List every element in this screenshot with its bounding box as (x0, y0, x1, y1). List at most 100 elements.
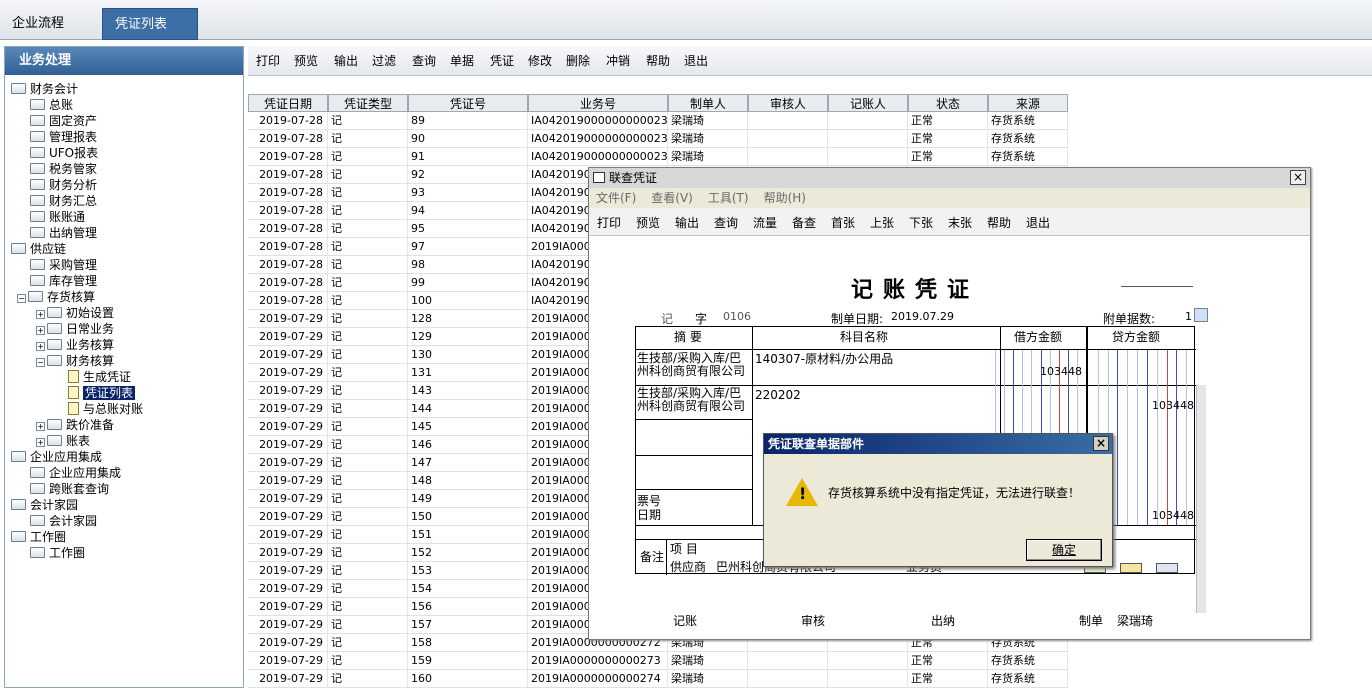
sidebar-item[interactable]: 出纳管理 (30, 225, 97, 241)
voucher-toolbar-button[interactable]: 预览 (636, 214, 660, 231)
table-row[interactable]: 2019-07-29 记 160 2019IA0000000000274 梁瑞琦 正常 存货… (248, 670, 1068, 688)
expand-icon[interactable]: + (36, 438, 45, 447)
toolbar-button[interactable]: 打印 (256, 53, 280, 69)
sidebar-item[interactable]: − 存货核算 (17, 289, 95, 305)
sidebar-item[interactable]: 工作圈 (11, 529, 66, 545)
column-header[interactable]: 制单人 (668, 94, 748, 112)
tab-enterprise-flow[interactable]: 企业流程 (0, 8, 100, 40)
voucher-date[interactable]: 2019.07.29 (891, 310, 954, 323)
expand-icon[interactable]: + (36, 342, 45, 351)
menu-item[interactable]: 查看(V) (651, 188, 693, 208)
table-cell: 记 (328, 472, 408, 489)
table-row[interactable]: 2019-07-28 记 91 IA0420190000000000236 梁瑞琦 正常存… (248, 148, 1068, 166)
table-row[interactable]: 2019-07-28 记 89 IA0420190000000000234 梁瑞琦 正常存… (248, 112, 1068, 130)
link-icon[interactable] (1156, 563, 1178, 573)
digit-column-line (1117, 350, 1119, 525)
toolbar-button[interactable]: 修改 (528, 53, 552, 69)
toolbar-button[interactable]: 删除 (566, 53, 590, 69)
column-header[interactable]: 状态 (908, 94, 988, 112)
voucher-toolbar-button[interactable]: 帮助 (987, 214, 1011, 231)
sidebar-item[interactable]: 供应链 (11, 241, 66, 257)
voucher-toolbar-button[interactable]: 查询 (714, 214, 738, 231)
toolbar-button[interactable]: 单据 (450, 53, 474, 69)
toolbar-button[interactable]: 查询 (412, 53, 436, 69)
sidebar-item[interactable]: + 业务核算 (36, 337, 114, 353)
sidebar-item[interactable]: 企业应用集成 (11, 449, 102, 465)
voucher-toolbar-button[interactable]: 下张 (909, 214, 933, 231)
column-header[interactable]: 业务号 (528, 94, 668, 112)
voucher-number[interactable]: 0106 (723, 310, 751, 323)
expand-icon[interactable]: + (36, 422, 45, 431)
toolbar-button[interactable]: 预览 (294, 53, 318, 69)
sidebar-item[interactable]: + 初始设置 (36, 305, 114, 321)
menu-item[interactable]: 文件(F) (596, 188, 636, 208)
toolbar-button[interactable]: 帮助 (646, 53, 670, 69)
expand-icon[interactable]: + (36, 310, 45, 319)
voucher-toolbar-button[interactable]: 流量 (753, 214, 777, 231)
voucher-toolbar-button[interactable]: 首张 (831, 214, 855, 231)
sidebar-item[interactable]: 生成凭证 (68, 369, 131, 385)
voucher-toolbar-button[interactable]: 末张 (948, 214, 972, 231)
sidebar-item[interactable]: 跨账套查询 (30, 481, 109, 497)
toolbar-button[interactable]: 凭证 (490, 53, 514, 69)
sidebar-item[interactable]: UFO报表 (30, 145, 98, 161)
sidebar-item[interactable]: 固定资产 (30, 113, 97, 129)
sidebar-item[interactable]: + 账表 (36, 433, 90, 449)
column-header[interactable]: 来源 (988, 94, 1068, 112)
expand-icon[interactable]: + (36, 326, 45, 335)
entry-debit[interactable]: 103448 (1040, 365, 1082, 378)
sidebar-item[interactable]: 财务汇总 (30, 193, 97, 209)
sidebar-item[interactable]: 工作圈 (30, 545, 85, 561)
attach-count[interactable]: 1 (1185, 310, 1192, 323)
entry-summary[interactable]: 生技部/采购入库/巴州科创商贸有限公司 (637, 352, 751, 378)
voucher-toolbar-button[interactable]: 输出 (675, 214, 699, 231)
sidebar-item[interactable]: 会计家园 (30, 513, 97, 529)
table-row[interactable]: 2019-07-29 记 159 2019IA0000000000273 梁瑞琦 正常 存货… (248, 652, 1068, 670)
entry-summary[interactable]: 生技部/采购入库/巴州科创商贸有限公司 (637, 387, 751, 413)
voucher-type[interactable]: 记 (661, 310, 673, 327)
tab-voucher-list[interactable]: 凭证列表× (102, 8, 198, 64)
sidebar-item[interactable]: 凭证列表 (68, 385, 136, 401)
collapse-icon[interactable]: − (36, 358, 45, 367)
sidebar-item[interactable]: + 日常业务 (36, 321, 114, 337)
column-header[interactable]: 凭证号 (408, 94, 528, 112)
voucher-toolbar-button[interactable]: 上张 (870, 214, 894, 231)
sidebar-item[interactable]: 管理报表 (30, 129, 97, 145)
voucher-toolbar-button[interactable]: 退出 (1026, 214, 1050, 231)
toolbar-button[interactable]: 冲销 (606, 53, 630, 69)
column-header[interactable]: 审核人 (748, 94, 828, 112)
sidebar-item[interactable]: 企业应用集成 (30, 465, 121, 481)
sidebar-item[interactable]: 税务管家 (30, 161, 97, 177)
voucher-toolbar-button[interactable]: 备查 (792, 214, 816, 231)
sidebar-item[interactable]: 财务会计 (11, 81, 78, 97)
sidebar-item[interactable]: 库存管理 (30, 273, 97, 289)
sidebar-item[interactable]: 会计家园 (11, 497, 78, 513)
sidebar-item[interactable]: − 财务核算 (36, 353, 114, 369)
menu-item[interactable]: 帮助(H) (764, 188, 806, 208)
toolbar-button[interactable]: 输出 (334, 53, 358, 69)
sidebar-item[interactable]: 财务分析 (30, 177, 97, 193)
entry-account[interactable]: 220202 (755, 389, 801, 402)
search-icon[interactable] (1194, 308, 1208, 322)
close-icon[interactable]: × (1290, 170, 1306, 185)
column-header[interactable]: 凭证日期 (248, 94, 328, 112)
sidebar-item[interactable]: 账账通 (30, 209, 85, 225)
toolbar-button[interactable]: 退出 (684, 53, 708, 69)
sidebar-item[interactable]: 采购管理 (30, 257, 97, 273)
sidebar-item[interactable]: 总账 (30, 97, 73, 113)
menu-item[interactable]: 工具(T) (708, 188, 749, 208)
sidebar-item[interactable]: + 跌价准备 (36, 417, 114, 433)
close-icon[interactable]: × (1093, 436, 1109, 451)
table-row[interactable]: 2019-07-28 记 90 IA0420190000000000235 梁瑞琦 正常存… (248, 130, 1068, 148)
entry-credit[interactable]: 103448 (1152, 399, 1194, 412)
toolbar-button[interactable]: 过滤 (372, 53, 396, 69)
column-header[interactable]: 凭证类型 (328, 94, 408, 112)
voucher-scrollbar[interactable] (1196, 385, 1206, 613)
collapse-icon[interactable]: − (17, 294, 26, 303)
voucher-toolbar-button[interactable]: 打印 (597, 214, 621, 231)
folder-icon[interactable] (1120, 563, 1142, 573)
sidebar-item[interactable]: 与总账对账 (68, 401, 143, 417)
column-header[interactable]: 记账人 (828, 94, 908, 112)
entry-account[interactable]: 140307-原材料/办公用品 (755, 353, 893, 366)
ok-button[interactable]: 确定 (1026, 539, 1102, 561)
